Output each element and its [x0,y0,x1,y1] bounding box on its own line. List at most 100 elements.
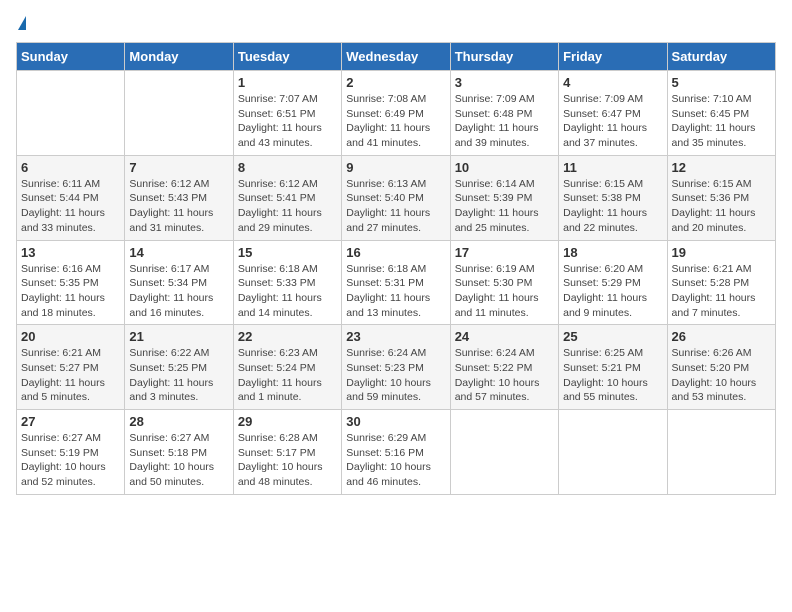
day-number: 19 [672,245,771,260]
calendar-cell: 29Sunrise: 6:28 AM Sunset: 5:17 PM Dayli… [233,410,341,495]
day-number: 18 [563,245,662,260]
day-info: Sunrise: 6:15 AM Sunset: 5:38 PM Dayligh… [563,177,662,236]
calendar-week-row: 27 Sunrise: 6:27 AM Sunset: 5:19 PM Dayli… [17,410,776,495]
calendar-cell: 5 Sunrise: 7:10 AM Sunset: 6:45 PM Daylig… [667,71,775,156]
calendar-cell [450,410,558,495]
calendar-cell [17,71,125,156]
calendar-cell: 16 Sunrise: 6:18 AM Sunset: 5:31 PM Dayli… [342,240,450,325]
calendar-cell: 15 Sunrise: 6:18 AM Sunset: 5:33 PM Dayli… [233,240,341,325]
day-number: 3 [455,75,554,90]
day-number: 23 [346,329,445,344]
day-number: 7 [129,160,228,175]
day-number: 21 [129,329,228,344]
day-number: 6 [21,160,120,175]
day-info: Sunrise: 6:24 AM Sunset: 5:22 PM Dayligh… [455,346,554,405]
calendar-cell [125,71,233,156]
calendar-cell: 27 Sunrise: 6:27 AM Sunset: 5:19 PM Dayli… [17,410,125,495]
day-number: 8 [238,160,337,175]
calendar-table: SundayMondayTuesdayWednesdayThursdayFrid… [16,42,776,495]
day-info: Sunrise: 6:21 AM Sunset: 5:28 PM Dayligh… [672,262,771,321]
calendar-cell: 3 Sunrise: 7:09 AM Sunset: 6:48 PM Daylig… [450,71,558,156]
logo-triangle-icon [18,16,26,30]
day-number: 28 [129,414,228,429]
calendar-cell: 18 Sunrise: 6:20 AM Sunset: 5:29 PM Dayli… [559,240,667,325]
day-info: Sunrise: 6:20 AM Sunset: 5:29 PM Dayligh… [563,262,662,321]
day-info: Sunrise: 6:28 AM Sunset: 5:17 PM Dayligh… [238,431,337,490]
day-info: Sunrise: 6:27 AM Sunset: 5:18 PM Dayligh… [129,431,228,490]
day-number: 17 [455,245,554,260]
day-info: Sunrise: 6:17 AM Sunset: 5:34 PM Dayligh… [129,262,228,321]
day-of-week-header: Wednesday [342,43,450,71]
calendar-cell: 11 Sunrise: 6:15 AM Sunset: 5:38 PM Dayli… [559,155,667,240]
calendar-cell: 14 Sunrise: 6:17 AM Sunset: 5:34 PM Dayli… [125,240,233,325]
day-number: 20 [21,329,120,344]
day-info: Sunrise: 7:10 AM Sunset: 6:45 PM Dayligh… [672,92,771,151]
page-header [16,16,776,32]
day-info: Sunrise: 6:22 AM Sunset: 5:25 PM Dayligh… [129,346,228,405]
day-number: 24 [455,329,554,344]
calendar-cell: 6Sunrise: 6:11 AM Sunset: 5:44 PM Daylig… [17,155,125,240]
day-info: Sunrise: 6:18 AM Sunset: 5:33 PM Dayligh… [238,262,337,321]
day-number: 25 [563,329,662,344]
calendar-cell: 9Sunrise: 6:13 AM Sunset: 5:40 PM Daylig… [342,155,450,240]
day-number: 15 [238,245,337,260]
day-info: Sunrise: 6:21 AM Sunset: 5:27 PM Dayligh… [21,346,120,405]
day-info: Sunrise: 6:29 AM Sunset: 5:16 PM Dayligh… [346,431,445,490]
calendar-cell: 19 Sunrise: 6:21 AM Sunset: 5:28 PM Dayli… [667,240,775,325]
day-number: 27 [21,414,120,429]
day-number: 30 [346,414,445,429]
calendar-cell: 8 Sunrise: 6:12 AM Sunset: 5:41 PM Daylig… [233,155,341,240]
day-info: Sunrise: 6:23 AM Sunset: 5:24 PM Dayligh… [238,346,337,405]
day-number: 16 [346,245,445,260]
day-info: Sunrise: 6:18 AM Sunset: 5:31 PM Dayligh… [346,262,445,321]
calendar-cell: 23 Sunrise: 6:24 AM Sunset: 5:23 PM Dayli… [342,325,450,410]
day-number: 12 [672,160,771,175]
calendar-cell: 7 Sunrise: 6:12 AM Sunset: 5:43 PM Daylig… [125,155,233,240]
day-info: Sunrise: 6:12 AM Sunset: 5:43 PM Dayligh… [129,177,228,236]
day-of-week-header: Sunday [17,43,125,71]
calendar-cell: 25 Sunrise: 6:25 AM Sunset: 5:21 PM Dayli… [559,325,667,410]
day-info: Sunrise: 7:09 AM Sunset: 6:47 PM Dayligh… [563,92,662,151]
day-number: 11 [563,160,662,175]
calendar-cell: 12Sunrise: 6:15 AM Sunset: 5:36 PM Dayli… [667,155,775,240]
day-info: Sunrise: 7:09 AM Sunset: 6:48 PM Dayligh… [455,92,554,151]
calendar-cell: 24 Sunrise: 6:24 AM Sunset: 5:22 PM Dayli… [450,325,558,410]
day-info: Sunrise: 6:16 AM Sunset: 5:35 PM Dayligh… [21,262,120,321]
logo [16,16,26,32]
calendar-cell: 1 Sunrise: 7:07 AM Sunset: 6:51 PM Daylig… [233,71,341,156]
day-of-week-header: Tuesday [233,43,341,71]
day-info: Sunrise: 6:26 AM Sunset: 5:20 PM Dayligh… [672,346,771,405]
calendar-cell: 2 Sunrise: 7:08 AM Sunset: 6:49 PM Daylig… [342,71,450,156]
day-number: 5 [672,75,771,90]
day-info: Sunrise: 7:08 AM Sunset: 6:49 PM Dayligh… [346,92,445,151]
calendar-cell: 10Sunrise: 6:14 AM Sunset: 5:39 PM Dayli… [450,155,558,240]
day-of-week-header: Monday [125,43,233,71]
calendar-week-row: 20 Sunrise: 6:21 AM Sunset: 5:27 PM Dayli… [17,325,776,410]
day-of-week-header: Friday [559,43,667,71]
calendar-cell: 20 Sunrise: 6:21 AM Sunset: 5:27 PM Dayli… [17,325,125,410]
day-number: 26 [672,329,771,344]
day-info: Sunrise: 6:25 AM Sunset: 5:21 PM Dayligh… [563,346,662,405]
day-number: 14 [129,245,228,260]
day-info: Sunrise: 6:24 AM Sunset: 5:23 PM Dayligh… [346,346,445,405]
calendar-cell: 22Sunrise: 6:23 AM Sunset: 5:24 PM Dayli… [233,325,341,410]
day-number: 9 [346,160,445,175]
day-info: Sunrise: 7:07 AM Sunset: 6:51 PM Dayligh… [238,92,337,151]
day-number: 2 [346,75,445,90]
calendar-cell: 17 Sunrise: 6:19 AM Sunset: 5:30 PM Dayli… [450,240,558,325]
calendar-cell: 13 Sunrise: 6:16 AM Sunset: 5:35 PM Dayli… [17,240,125,325]
day-info: Sunrise: 6:12 AM Sunset: 5:41 PM Dayligh… [238,177,337,236]
day-info: Sunrise: 6:19 AM Sunset: 5:30 PM Dayligh… [455,262,554,321]
day-of-week-header: Thursday [450,43,558,71]
calendar-header-row: SundayMondayTuesdayWednesdayThursdayFrid… [17,43,776,71]
day-number: 1 [238,75,337,90]
calendar-cell: 26 Sunrise: 6:26 AM Sunset: 5:20 PM Dayli… [667,325,775,410]
calendar-cell: 4 Sunrise: 7:09 AM Sunset: 6:47 PM Daylig… [559,71,667,156]
calendar-cell [667,410,775,495]
calendar-cell [559,410,667,495]
day-of-week-header: Saturday [667,43,775,71]
day-number: 13 [21,245,120,260]
day-number: 4 [563,75,662,90]
day-info: Sunrise: 6:27 AM Sunset: 5:19 PM Dayligh… [21,431,120,490]
calendar-cell: 21 Sunrise: 6:22 AM Sunset: 5:25 PM Dayli… [125,325,233,410]
